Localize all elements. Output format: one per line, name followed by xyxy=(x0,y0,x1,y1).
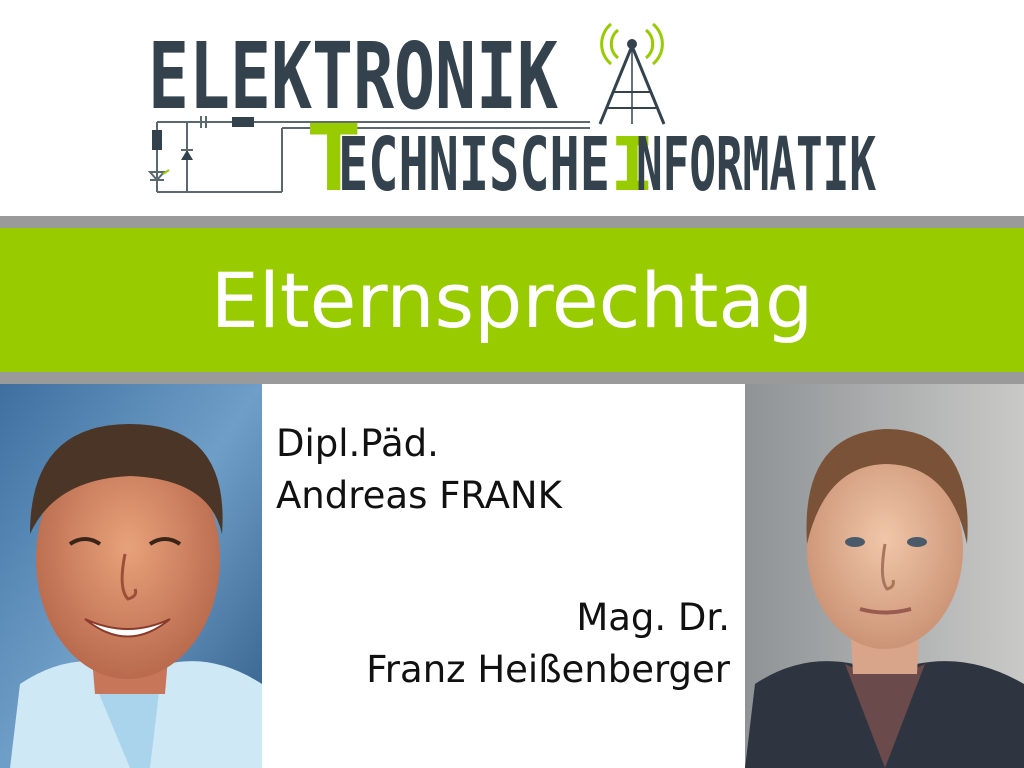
teacher-2-title: Mag. Dr. xyxy=(576,596,730,639)
logo-line-2-part-1: ECHNISCHE xyxy=(338,122,610,208)
school-logo: ELEKTRONIK T ECHNISCHE I NFORMATIK xyxy=(0,0,1024,215)
title-banner: Elternsprechtag xyxy=(0,228,1024,372)
radio-tower-icon xyxy=(598,22,666,125)
logo-line-2-part-2: NFORMATIK xyxy=(636,122,876,208)
teacher-2-name: Franz Heißenberger xyxy=(366,648,730,691)
page-title: Elternsprechtag xyxy=(210,255,814,345)
divider-bottom xyxy=(0,372,1024,384)
teacher-2-photo xyxy=(745,384,1024,768)
teacher-2-caption: Mag. Dr. Franz Heißenberger xyxy=(366,592,730,696)
teacher-1-caption: Dipl.Päd. Andreas FRANK xyxy=(276,418,562,522)
divider-top xyxy=(0,216,1024,228)
teacher-1-title: Dipl.Päd. xyxy=(276,422,439,465)
teacher-1-name: Andreas FRANK xyxy=(276,474,562,517)
logo-graphic: ELEKTRONIK T ECHNISCHE I NFORMATIK xyxy=(147,22,876,212)
teacher-1-photo xyxy=(0,384,262,768)
